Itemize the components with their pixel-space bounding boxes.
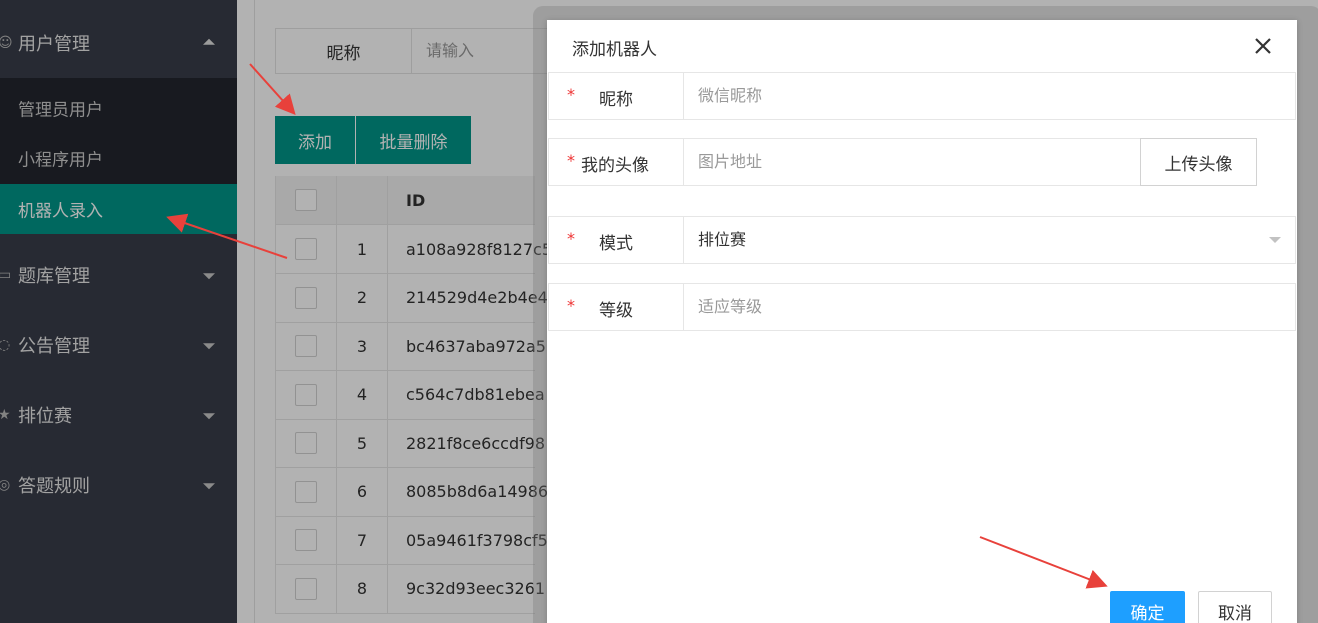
nickname-label: 昵称 bbox=[599, 90, 633, 110]
chevron-down-icon[interactable] bbox=[1269, 237, 1281, 243]
add-robot-dialog: 添加机器人 * 昵称 微信昵称 * 我的头像 图片地址 上传头像 * 模式 排位… bbox=[547, 20, 1297, 623]
cancel-button[interactable]: 取消 bbox=[1198, 591, 1272, 623]
close-icon[interactable] bbox=[1251, 34, 1275, 58]
form-row-mode: * 模式 排位赛 bbox=[548, 216, 1296, 264]
required-star: * bbox=[567, 296, 575, 315]
field-label-cell: * 模式 bbox=[549, 217, 684, 263]
avatar-url-input[interactable]: 图片地址 bbox=[698, 139, 762, 185]
level-label: 等级 bbox=[599, 301, 633, 321]
field-label-cell: * 等级 bbox=[549, 284, 684, 330]
level-input[interactable]: 适应等级 bbox=[698, 284, 762, 330]
confirm-button[interactable]: 确定 bbox=[1110, 591, 1185, 623]
mode-select[interactable]: 排位赛 bbox=[698, 217, 746, 263]
avatar-label: 我的头像 bbox=[581, 156, 649, 176]
field-label-cell: * 我的头像 bbox=[549, 139, 684, 185]
required-star: * bbox=[567, 151, 575, 170]
field-label-cell: * 昵称 bbox=[549, 73, 684, 119]
form-row-level: * 等级 适应等级 bbox=[548, 283, 1296, 331]
modal-overlay-left bbox=[0, 0, 237, 623]
mode-label: 模式 bbox=[599, 234, 633, 254]
dialog-title: 添加机器人 bbox=[572, 40, 657, 60]
required-star: * bbox=[567, 229, 575, 248]
form-row-avatar: * 我的头像 图片地址 bbox=[548, 138, 1142, 186]
form-row-nickname: * 昵称 微信昵称 bbox=[548, 72, 1296, 120]
required-star: * bbox=[567, 85, 575, 104]
nickname-input[interactable]: 微信昵称 bbox=[698, 73, 762, 119]
upload-avatar-button[interactable]: 上传头像 bbox=[1140, 138, 1257, 186]
